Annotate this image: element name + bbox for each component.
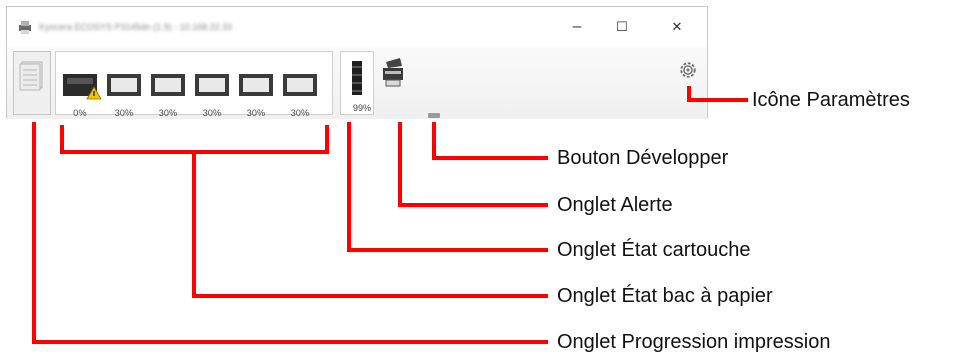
leader-paper-tray-bracket xyxy=(60,125,329,154)
label-toner-tab: Onglet État cartouche xyxy=(557,239,751,261)
leader-settings xyxy=(687,86,748,102)
label-paper-tray-tab: Onglet État bac à papier xyxy=(557,285,773,307)
label-print-progress-tab: Onglet Progression impression xyxy=(557,331,831,353)
label-settings-icon: Icône Paramètres xyxy=(752,89,910,111)
leader-toner xyxy=(347,122,548,252)
label-alert-tab: Onglet Alerte xyxy=(557,194,673,216)
callout-leader-lines xyxy=(32,86,748,344)
label-expand-button: Bouton Développer xyxy=(557,147,729,169)
leader-paper-tray xyxy=(192,152,548,298)
leader-alert xyxy=(398,122,548,207)
leader-expand xyxy=(432,122,548,160)
leader-print-progress xyxy=(32,122,548,344)
